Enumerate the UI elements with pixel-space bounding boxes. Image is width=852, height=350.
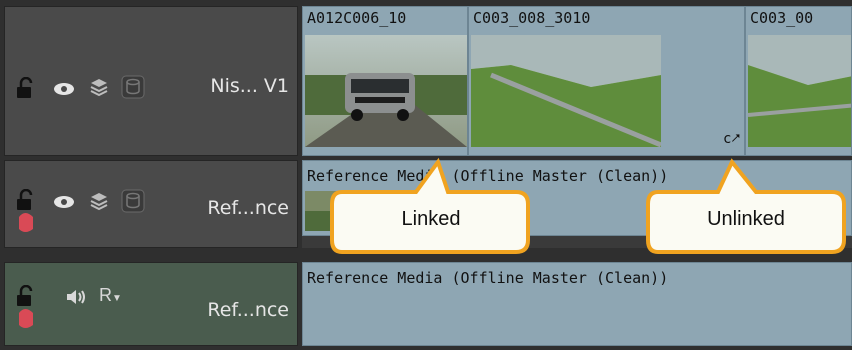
track-header-a1[interactable]: R▼ Ref...nce [4,262,298,346]
eye-icon[interactable] [53,194,75,213]
track-lane-a1[interactable]: Reference Media (Offline Master (Clean)) [302,262,852,346]
clip[interactable]: A012C006_10 [302,6,468,156]
clip-thumbnail [748,35,851,147]
clip-thumbnail [471,35,661,147]
callout-linked: Linked [330,156,532,258]
callout-unlinked: Unlinked [646,156,846,258]
timeline: Nis... V1 Ref...nce R▼ Ref...nce A012C00… [0,0,852,350]
track-lane-v1[interactable]: A012C006_10 C003_008_3010 c⭧ C003_00 [302,6,852,156]
speaker-icon[interactable] [65,289,87,309]
lock-icon[interactable] [15,284,41,339]
clip-thumbnail [305,35,467,147]
track-header-v2[interactable]: Ref...nce [4,160,298,248]
track-name: Nis... V1 [210,75,289,97]
chevron-down-icon: ▼ [112,293,122,304]
track-name: Ref...nce [207,299,289,321]
callout-label: Linked [401,208,461,230]
clip[interactable]: C003_008_3010 c⭧ [468,6,745,156]
channel-selector[interactable]: R▼ [99,285,122,306]
track-header-v1[interactable]: Nis... V1 [4,6,298,156]
reference-clip[interactable]: Reference Media (Offline Master (Clean)) [302,262,852,346]
eye-icon[interactable] [53,81,75,100]
track-name: Ref...nce [207,197,289,219]
clip[interactable]: C003_00 [745,6,852,156]
database-icon[interactable] [121,189,145,217]
channel-label: R [99,285,112,305]
unlink-icon[interactable]: c⭧ [723,131,741,147]
lock-icon[interactable] [15,188,41,243]
clip-title: C003_00 [750,9,814,27]
callout-label: Unlinked [707,208,785,230]
layers-icon[interactable] [89,191,109,215]
clip-title: A012C006_10 [307,9,407,27]
lock-icon[interactable] [15,76,37,103]
clip-title: Reference Media (Offline Master (Clean)) [307,269,669,287]
clip-title: C003_008_3010 [473,9,591,27]
database-icon[interactable] [121,75,145,103]
layers-icon[interactable] [89,77,109,101]
